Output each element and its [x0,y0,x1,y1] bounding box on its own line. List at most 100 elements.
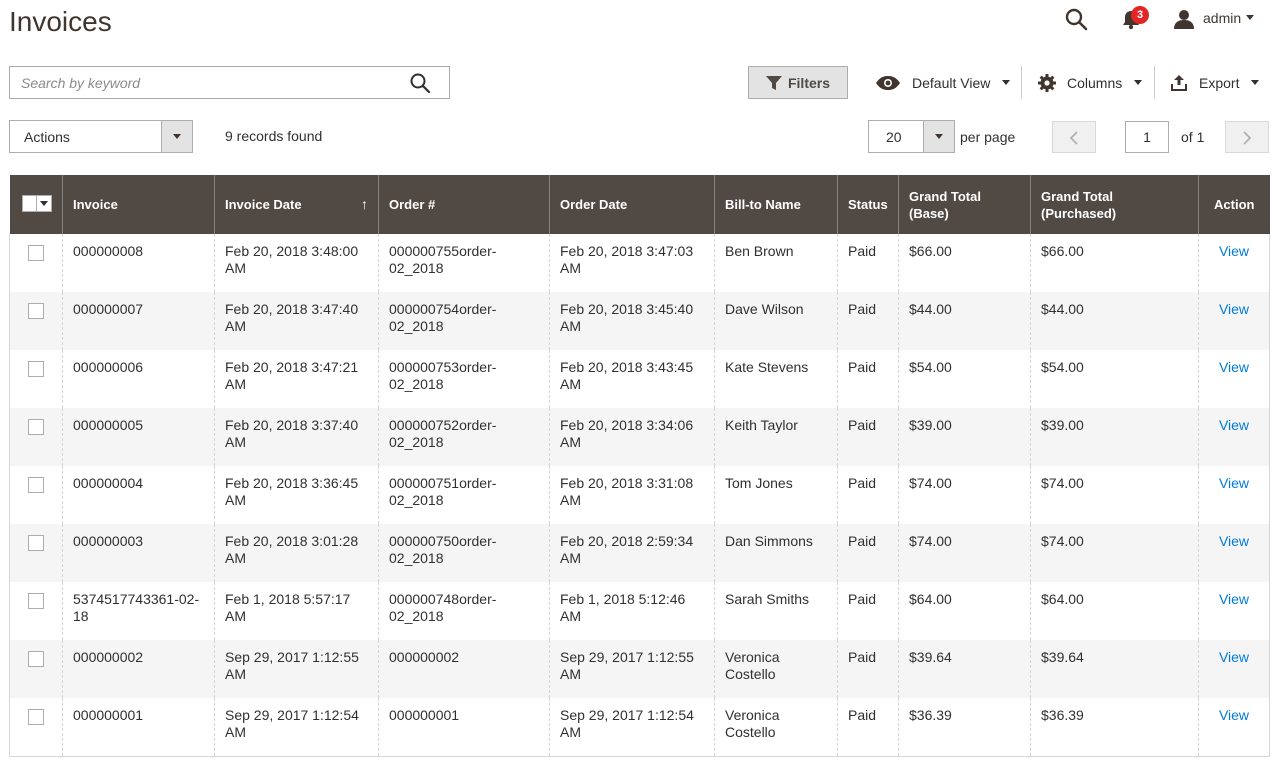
row-checkbox[interactable] [28,709,44,725]
grand-total-base-cell: $64.00 [898,582,1031,640]
export-label: Export [1199,74,1240,91]
chevron-down-icon[interactable] [1246,15,1254,20]
column-header-order[interactable]: Order # [378,175,550,234]
invoice-id-cell: 000000008 [62,234,215,292]
mass-select-header[interactable] [9,175,63,234]
table-row: 000000005 Feb 20, 2018 3:37:40 AM 00000075… [9,408,1270,466]
status-cell: Paid [837,640,899,698]
order-number-cell: 000000752order-02_2018 [378,408,550,466]
row-checkbox[interactable] [28,651,44,667]
export-dropdown[interactable]: Export [1170,66,1260,99]
export-icon [1171,74,1187,91]
invoice-id-cell: 000000005 [62,408,215,466]
view-link[interactable]: View [1219,533,1249,549]
order-date-cell: Feb 20, 2018 3:43:45 AM [549,350,715,408]
column-header-bill-to-name[interactable]: Bill-to Name [714,175,838,234]
column-header-status[interactable]: Status [837,175,899,234]
order-date-cell: Feb 20, 2018 3:47:03 AM [549,234,715,292]
per-page-value: 20 [886,129,902,145]
row-checkbox[interactable] [28,419,44,435]
view-dropdown[interactable]: Default View [876,66,1011,99]
row-checkbox[interactable] [28,361,44,377]
action-cell: View [1198,292,1270,350]
order-number-cell: 000000002 [378,640,550,698]
order-number-cell: 000000753order-02_2018 [378,350,550,408]
per-page-dropdown-button[interactable] [923,121,954,152]
bill-to-name-cell: Sarah Smiths [714,582,838,640]
user-icon[interactable] [1172,7,1196,31]
previous-page-button[interactable] [1052,121,1096,153]
search-icon[interactable] [1064,7,1088,31]
divider [1021,66,1022,99]
action-cell: View [1198,234,1270,292]
view-label: Default View [912,74,991,91]
column-header-grand-total-purchased[interactable]: Grand Total (Purchased) [1030,175,1199,234]
grand-total-base-cell: $36.39 [898,698,1031,757]
grand-total-base-cell: $74.00 [898,524,1031,582]
order-date-cell: Feb 20, 2018 2:59:34 AM [549,524,715,582]
view-link[interactable]: View [1219,243,1249,259]
row-checkbox[interactable] [28,535,44,551]
bill-to-name-cell: Dan Simmons [714,524,838,582]
row-select-cell [9,408,63,466]
row-checkbox[interactable] [28,477,44,493]
invoice-date-cell: Feb 20, 2018 3:36:45 AM [214,466,379,524]
row-checkbox[interactable] [28,245,44,261]
search-input[interactable] [10,67,400,98]
row-checkbox[interactable] [28,593,44,609]
invoice-date-cell: Feb 20, 2018 3:47:21 AM [214,350,379,408]
status-cell: Paid [837,524,899,582]
row-select-cell [9,524,63,582]
chevron-right-icon [1243,131,1252,145]
grand-total-base-cell: $54.00 [898,350,1031,408]
actions-label: Actions [24,129,70,145]
action-cell: View [1198,640,1270,698]
search-icon[interactable] [409,72,431,94]
eye-icon [876,75,900,90]
invoice-id-cell: 000000003 [62,524,215,582]
user-menu[interactable]: admin [1203,10,1241,26]
action-cell: View [1198,350,1270,408]
order-date-cell: Sep 29, 2017 1:12:54 AM [549,698,715,757]
column-header-grand-total-base[interactable]: Grand Total (Base) [898,175,1031,234]
chevron-down-icon [1002,80,1011,85]
grand-total-base-cell: $66.00 [898,234,1031,292]
table-row: 000000003 Feb 20, 2018 3:01:28 AM 00000075… [9,524,1270,582]
table-row: 000000006 Feb 20, 2018 3:47:21 AM 00000075… [9,350,1270,408]
gear-icon [1038,73,1056,92]
order-number-cell: 000000001 [378,698,550,757]
row-select-cell [9,234,63,292]
view-link[interactable]: View [1219,301,1249,317]
filter-icon [765,75,782,90]
view-link[interactable]: View [1219,591,1249,607]
page-number-input[interactable] [1125,121,1169,153]
view-link[interactable]: View [1219,649,1249,665]
order-date-cell: Feb 20, 2018 3:45:40 AM [549,292,715,350]
row-checkbox[interactable] [28,303,44,319]
order-number-cell: 000000755order-02_2018 [378,234,550,292]
table-row: 000000001 Sep 29, 2017 1:12:54 AM 00000000… [9,698,1270,757]
column-header-order-date[interactable]: Order Date [549,175,715,234]
column-header-invoice-date[interactable]: Invoice Date ↑ [214,175,379,234]
column-header-invoice[interactable]: Invoice [62,175,215,234]
invoices-grid: Invoice Invoice Date ↑ Order # Order Date… [9,175,1270,757]
invoice-date-cell: Sep 29, 2017 1:12:55 AM [214,640,379,698]
grand-total-purchased-cell: $44.00 [1030,292,1199,350]
order-number-cell: 000000750order-02_2018 [378,524,550,582]
grand-total-base-cell: $39.64 [898,640,1031,698]
bill-to-name-cell: Veronica Costello [714,698,838,757]
order-date-cell: Feb 1, 2018 5:12:46 AM [549,582,715,640]
action-cell: View [1198,466,1270,524]
mass-select-checkbox[interactable] [21,194,52,212]
filters-button[interactable]: Filters [748,66,848,99]
status-cell: Paid [837,582,899,640]
per-page-select[interactable]: 20 [868,120,955,153]
actions-select[interactable]: Actions [9,120,193,153]
view-link[interactable]: View [1219,359,1249,375]
columns-dropdown[interactable]: Columns [1038,66,1143,99]
view-link[interactable]: View [1219,417,1249,433]
view-link[interactable]: View [1219,707,1249,723]
actions-dropdown-button[interactable] [161,121,192,152]
view-link[interactable]: View [1219,475,1249,491]
next-page-button[interactable] [1225,121,1269,153]
